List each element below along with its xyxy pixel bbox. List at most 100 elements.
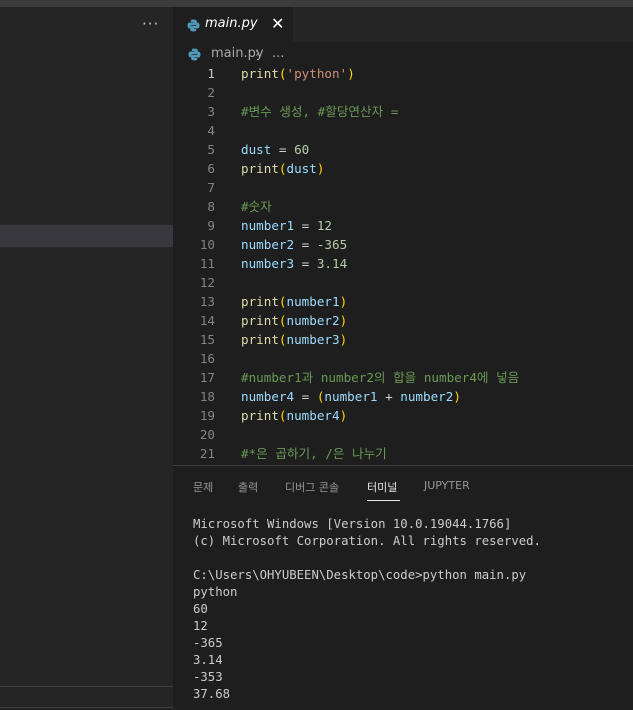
tab-main-py[interactable]: main.py ✕ — [173, 7, 293, 42]
code-text: print(dust) — [241, 159, 324, 178]
code-line[interactable]: 10 number2 = -365 — [173, 235, 633, 254]
code-line[interactable]: 12 — [173, 273, 633, 292]
breadcrumb-more[interactable]: ... — [272, 46, 284, 61]
code-token: 'python' — [286, 66, 348, 81]
code-text: print(number1) — [241, 292, 347, 311]
breadcrumb-separator: › — [255, 46, 261, 61]
close-icon[interactable]: ✕ — [271, 14, 284, 33]
terminal-line: (c) Microsoft Corporation. All rights re… — [193, 534, 541, 548]
code-token: 3.14 — [316, 256, 348, 271]
code-token: print — [241, 408, 279, 423]
line-number: 12 — [199, 275, 215, 290]
line-number: 13 — [199, 294, 215, 309]
code-token: number1 — [241, 218, 295, 233]
code-line[interactable]: 20 — [173, 425, 633, 444]
line-number: 4 — [207, 123, 215, 138]
code-line[interactable]: 11 number3 = 3.14 — [173, 254, 633, 273]
code-line[interactable]: 17 #number1과 number2의 합을 number4에 넣음 — [173, 368, 633, 387]
line-number: 16 — [199, 351, 215, 366]
code-text: #변수 생성, #할당연산자 = — [241, 102, 398, 121]
line-number: 7 — [207, 180, 215, 195]
code-token: = — [294, 218, 317, 233]
terminal-line: C:\Users\OHYUBEEN\Desktop\code>python ma… — [193, 568, 527, 582]
code-line[interactable]: 19 print(number4) — [173, 406, 633, 425]
code-line[interactable]: 3 #변수 생성, #할당연산자 = — [173, 102, 633, 121]
line-number: 17 — [199, 370, 215, 385]
code-text: print(number2) — [241, 311, 347, 330]
terminal-line: 37.68 — [193, 687, 231, 701]
line-number: 11 — [199, 256, 215, 271]
code-token: print — [241, 313, 279, 328]
terminal-line: Microsoft Windows [Version 10.0.19044.17… — [193, 517, 512, 531]
code-text: print(number3) — [241, 330, 347, 349]
code-token: ( — [278, 332, 287, 347]
code-text: #*은 곱하기, /은 나누기 — [241, 444, 387, 463]
code-token: = — [294, 237, 317, 252]
code-token: = — [294, 256, 317, 271]
sidebar-divider — [0, 707, 173, 708]
terminal-line: python — [193, 585, 238, 599]
code-line[interactable]: 21 #*은 곱하기, /은 나누기 — [173, 444, 633, 463]
sidebar-explorer: ··· — [0, 7, 173, 709]
python-file-icon — [187, 17, 200, 36]
code-token: ) — [316, 161, 325, 176]
code-token: #숫자 — [241, 199, 272, 214]
code-text: print(number4) — [241, 406, 347, 425]
code-token: ) — [347, 66, 355, 81]
code-token: ) — [339, 313, 348, 328]
code-token: dust — [241, 142, 272, 157]
more-actions-icon[interactable]: ··· — [142, 15, 159, 33]
code-line[interactable]: 16 — [173, 349, 633, 368]
code-token: = — [271, 142, 295, 157]
terminal-line: -365 — [193, 636, 223, 650]
code-token: print — [241, 332, 279, 347]
panel-tab[interactable]: 터미널 — [367, 479, 397, 495]
code-line[interactable]: 4 — [173, 121, 633, 140]
line-number: 19 — [199, 408, 215, 423]
code-line[interactable]: 6 print(dust) — [173, 159, 633, 178]
code-line[interactable]: 15 print(number3) — [173, 330, 633, 349]
code-token: ( — [278, 408, 287, 423]
editor-tab-bar: main.py ✕ — [173, 7, 633, 42]
code-line[interactable]: 7 — [173, 178, 633, 197]
panel-tab[interactable]: 문제 — [193, 479, 213, 495]
code-line[interactable]: 5 dust = 60 — [173, 140, 633, 159]
panel-tab[interactable]: 디버그 콘솔 — [285, 479, 339, 495]
code-text: number2 = -365 — [241, 235, 347, 254]
panel-tab[interactable]: 출력 — [238, 479, 258, 495]
code-token: print — [241, 294, 279, 309]
line-number: 8 — [207, 199, 215, 214]
code-token: number2 — [400, 389, 454, 404]
code-line[interactable]: 18 number4 = (number1 + number2) — [173, 387, 633, 406]
code-line[interactable]: 13 print(number1) — [173, 292, 633, 311]
terminal-output[interactable]: Microsoft Windows [Version 10.0.19044.17… — [193, 516, 541, 703]
terminal-line: 12 — [193, 619, 208, 633]
code-line[interactable]: 9 number1 = 12 — [173, 216, 633, 235]
code-token: + — [377, 389, 401, 404]
terminal-line: 60 — [193, 602, 208, 616]
code-token: number1 — [324, 389, 378, 404]
title-bar — [0, 0, 633, 7]
code-token: ) — [339, 408, 348, 423]
selected-explorer-item[interactable] — [0, 225, 173, 247]
code-line[interactable]: 2 — [173, 83, 633, 102]
line-number: 21 — [199, 446, 215, 461]
code-line[interactable]: 8 #숫자 — [173, 197, 633, 216]
code-line[interactable]: 14 print(number2) — [173, 311, 633, 330]
code-token: print — [241, 161, 279, 176]
code-token: ( — [278, 313, 287, 328]
panel-tab[interactable]: JUPYTER — [424, 479, 470, 492]
code-token: ( — [278, 294, 287, 309]
code-token: ( — [278, 66, 287, 81]
code-token: dust — [286, 161, 317, 176]
code-line[interactable]: 1 print('python') — [173, 64, 633, 83]
code-token: number2 — [241, 237, 295, 252]
breadcrumb: main.py › ... — [173, 42, 633, 64]
code-token: #number1과 number2의 합을 number4에 넣음 — [241, 370, 520, 385]
code-token: #*은 곱하기, /은 나누기 — [241, 446, 387, 461]
code-token: ) — [339, 294, 348, 309]
terminal-line: 3.14 — [193, 653, 223, 667]
sidebar-divider — [0, 686, 173, 687]
line-number: 10 — [199, 237, 215, 252]
code-editor[interactable]: 1 print('python') 2 3 #변수 생성, #할당연산자 = 4 5 dust… — [173, 64, 633, 465]
